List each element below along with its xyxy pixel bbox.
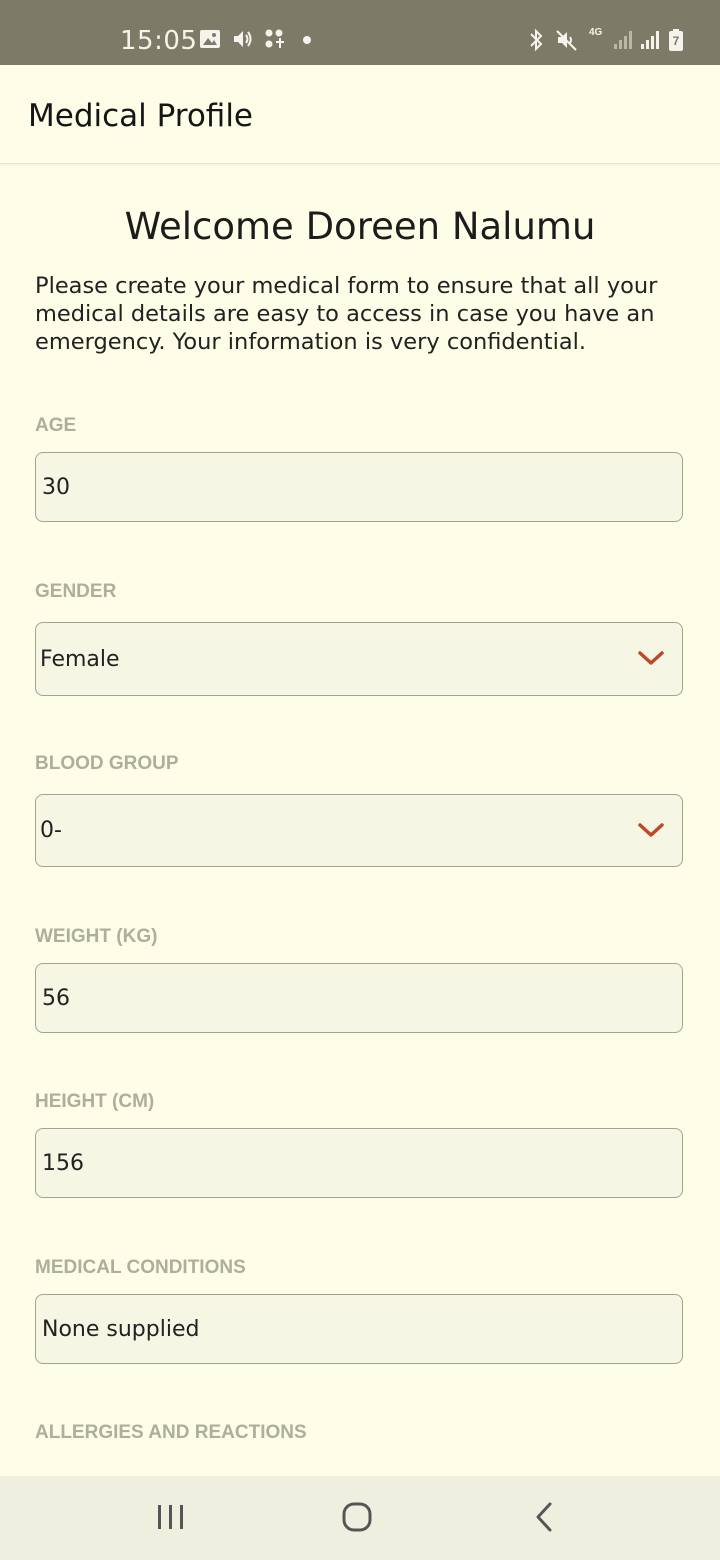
- weight-label: WEIGHT (KG): [35, 926, 158, 947]
- medical-conditions-input[interactable]: None supplied: [35, 1294, 683, 1364]
- height-label: HEIGHT (CM): [35, 1091, 155, 1112]
- bluetooth-icon: [530, 28, 543, 52]
- image-icon: [200, 30, 220, 48]
- back-icon[interactable]: [532, 1500, 558, 1534]
- battery-icon: 7: [668, 29, 684, 51]
- gender-select[interactable]: Female: [35, 622, 683, 696]
- battery-level: 7: [672, 34, 680, 48]
- blood-group-value: 0-: [40, 818, 62, 843]
- age-input[interactable]: 30: [35, 452, 683, 522]
- chevron-down-icon: [638, 823, 664, 837]
- notification-dots-icon: [265, 29, 284, 48]
- blood-group-select[interactable]: 0-: [35, 794, 683, 867]
- blood-group-label: BLOOD GROUP: [35, 753, 179, 774]
- gender-label: GENDER: [35, 581, 117, 602]
- page-title: Medical Profile: [28, 98, 254, 134]
- status-time: 15:05: [120, 26, 198, 56]
- gender-value: Female: [40, 647, 120, 672]
- app-bar: Medical Profile: [0, 65, 720, 164]
- weight-input[interactable]: 56: [35, 963, 683, 1033]
- signal-icon: [614, 31, 632, 49]
- mute-icon: [556, 30, 577, 51]
- home-icon[interactable]: [340, 1500, 374, 1534]
- recent-apps-icon[interactable]: [155, 1502, 187, 1532]
- signal-icon: [641, 31, 659, 49]
- volume-icon: [234, 31, 252, 47]
- navigation-bar: [0, 1476, 720, 1560]
- 4g-icon: 4G: [589, 27, 603, 38]
- age-value: 30: [42, 475, 70, 500]
- medical-conditions-label: MEDICAL CONDITIONS: [35, 1257, 246, 1278]
- welcome-heading: Welcome Doreen Nalumu: [124, 205, 596, 248]
- height-value: 156: [42, 1151, 84, 1176]
- height-input[interactable]: 156: [35, 1128, 683, 1198]
- allergies-label: ALLERGIES AND REACTIONS: [35, 1422, 307, 1443]
- intro-text: Please create your medical form to ensur…: [35, 273, 658, 355]
- chevron-down-icon: [638, 651, 664, 665]
- medical-conditions-value: None supplied: [42, 1317, 200, 1342]
- weight-value: 56: [42, 986, 70, 1011]
- status-bar: 15:05 4G 7: [0, 0, 720, 65]
- age-label: AGE: [35, 415, 77, 436]
- dot-icon: [303, 36, 311, 44]
